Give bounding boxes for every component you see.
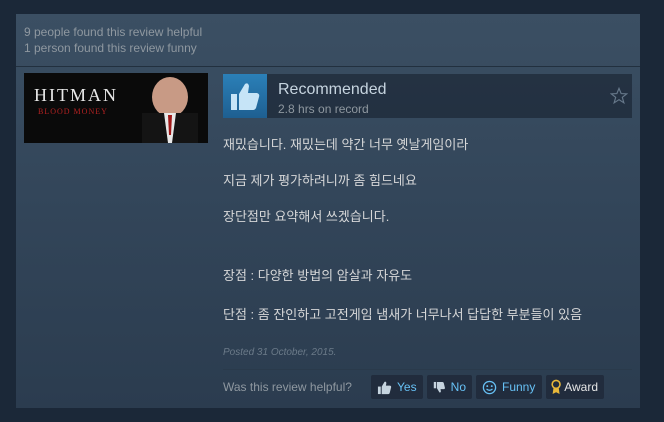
game-art-figure [142, 77, 198, 143]
review-line: 장단점만 요약해서 쓰겠습니다. [223, 209, 390, 224]
vote-funny-label: Funny [502, 380, 536, 394]
hours-on-record: 2.8 hrs on record [278, 102, 369, 116]
review-line: 지금 제가 평가하려니까 좀 힘드네요 [223, 173, 417, 188]
award-label: Award [564, 380, 598, 394]
review-line: 장점 : 다양한 방법의 암살과 자유도 [223, 268, 413, 283]
game-capsule[interactable]: HITMAN BLOOD MONEY [24, 73, 208, 143]
vote-yes-label: Yes [397, 380, 417, 394]
thumbs-down-icon [433, 381, 445, 393]
review-card: 9 people found this review helpful 1 per… [16, 14, 640, 408]
helpful-count: 9 people found this review helpful [24, 25, 203, 39]
thumbs-up-icon [231, 83, 260, 110]
vote-yes-button[interactable]: Yes [371, 375, 423, 399]
helpful-question: Was this review helpful? [223, 380, 352, 394]
thumbs-up-icon [377, 381, 392, 394]
recommendation-header[interactable]: Recommended 2.8 hrs on record [223, 74, 632, 118]
review-line: 단점 : 좀 잔인하고 고전게임 냄새가 너무나서 답답한 부분들이 있음 [223, 307, 583, 322]
award-medal-icon [551, 379, 561, 394]
recommendation-label: Recommended [278, 81, 387, 98]
vote-no-label: No [450, 380, 466, 394]
review-line: 재밌습니다. 재밌는데 약간 너무 옛날게임이라 [223, 137, 469, 152]
star-icon[interactable] [610, 87, 628, 105]
thumbs-up-box [223, 74, 267, 118]
award-button[interactable]: Award [546, 375, 604, 399]
divider [16, 66, 640, 67]
review-stats: 9 people found this review helpful 1 per… [24, 24, 202, 56]
smiley-icon [482, 380, 497, 394]
footer-divider [223, 369, 632, 370]
vote-funny-button[interactable]: Funny [476, 375, 542, 399]
vote-no-button[interactable]: No [427, 375, 472, 399]
funny-count: 1 person found this review funny [24, 41, 197, 55]
posted-date: Posted 31 October, 2015. [223, 347, 337, 358]
